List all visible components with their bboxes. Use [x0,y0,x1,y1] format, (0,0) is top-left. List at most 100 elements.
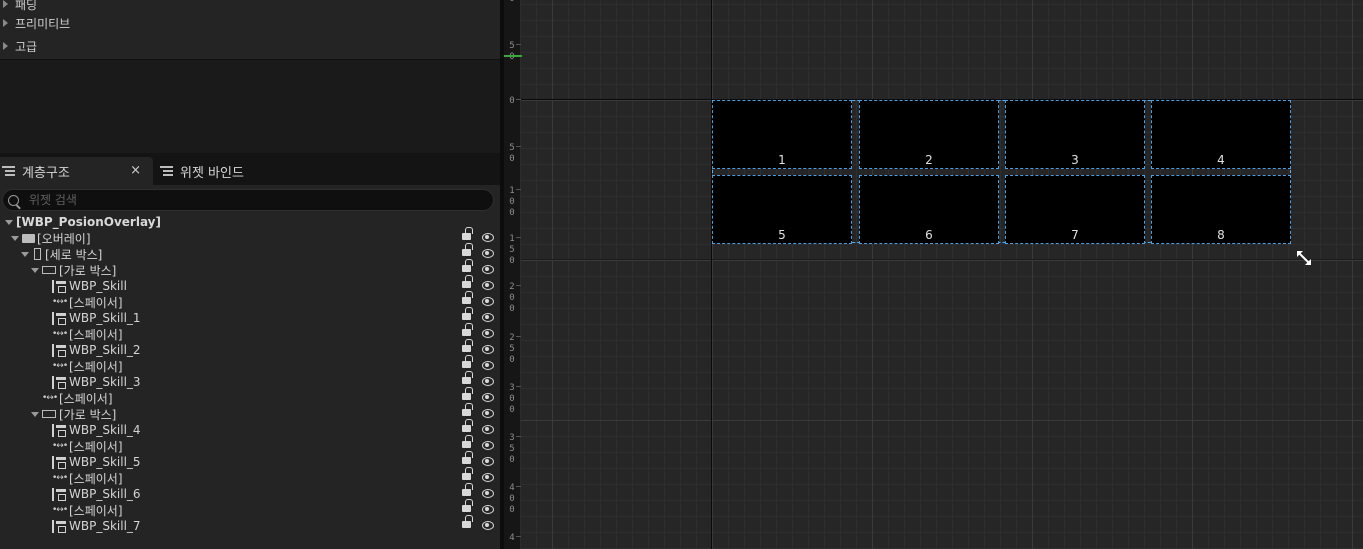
ruler-tick-mark [516,189,521,190]
tree-row-label: [스페이서] [69,439,123,454]
skill-slot[interactable]: 3 [1005,100,1145,169]
lock-icon[interactable] [462,275,473,288]
tree-row-label: WBP_Skill_1 [69,311,141,325]
visibility-eye-icon[interactable] [482,457,494,466]
tree-row[interactable]: WBP_Skill_6 [0,483,500,502]
tree-row-label: [스페이서] [69,295,123,310]
canvas-origin-axis-vertical [711,0,712,549]
visibility-eye-icon[interactable] [482,377,494,386]
ruler-tick-mark [516,536,521,537]
expand-arrow-icon[interactable] [5,219,13,225]
visibility-eye-icon[interactable] [482,281,494,290]
visibility-eye-icon[interactable] [482,489,494,498]
tree-row[interactable]: •↔• [스페이서] [0,323,500,342]
tab-widget-binding[interactable]: 위젯 바인드 [158,157,298,185]
lock-icon[interactable] [462,515,473,528]
visibility-eye-icon[interactable] [482,441,494,450]
tree-row[interactable]: •↔• [스페이서] [0,387,500,406]
tree-row-label: WBP_Skill_6 [69,487,141,501]
tree-row[interactable]: •↔• [스페이서] [0,499,500,518]
visibility-eye-icon[interactable] [482,521,494,530]
visibility-eye-icon[interactable] [482,249,494,258]
ruler-tick-label: 2 [509,333,515,343]
tree-row[interactable]: •↔• [스페이서] [0,435,500,454]
visibility-eye-icon[interactable] [482,425,494,434]
visibility-eye-icon[interactable] [482,409,494,418]
user-widget-icon [52,311,67,325]
skill-slot[interactable]: 6 [859,175,999,244]
expand-arrow-icon[interactable] [21,251,29,257]
lock-icon[interactable] [462,323,473,336]
lock-icon[interactable] [462,243,473,256]
visibility-eye-icon[interactable] [482,329,494,338]
tree-row[interactable]: WBP_Skill_4 [0,419,500,438]
skill-slot-number: 2 [925,153,933,167]
lock-icon[interactable] [462,291,473,304]
category-primitive[interactable]: 프리미티브 [0,12,500,34]
visibility-eye-icon[interactable] [482,361,494,370]
skill-slot-number: 8 [1217,228,1225,242]
lock-icon[interactable] [462,403,473,416]
lock-icon[interactable] [462,499,473,512]
expand-arrow-icon[interactable] [31,411,39,417]
tree-row[interactable]: •↔• [스페이서] [0,467,500,486]
lock-icon[interactable] [462,259,473,272]
tree-row-label: WBP_Skill [69,279,127,293]
tree-row[interactable]: WBP_Skill_3 [0,371,500,390]
search-icon [8,194,19,206]
skill-slot[interactable]: 1 [712,100,852,169]
visibility-eye-icon[interactable] [482,473,494,482]
skill-slot[interactable]: 7 [1005,175,1145,244]
lock-icon[interactable] [462,483,473,496]
tree-row[interactable]: WBP_Skill [0,275,500,294]
tree-row[interactable]: WBP_Skill_2 [0,339,500,358]
category-advanced[interactable]: 고급 [0,35,500,57]
visibility-eye-icon[interactable] [482,393,494,402]
tree-row[interactable]: WBP_Skill_7 [0,515,500,534]
expand-arrow-icon[interactable] [11,235,19,241]
ruler-tick-label: 0 [509,208,515,218]
tree-row[interactable]: WBP_Skill_5 [0,451,500,470]
tree-row-label: [가로 박스] [59,263,117,278]
tree-row[interactable]: [세로 박스] [0,243,500,262]
search-box[interactable] [2,189,494,211]
tab-hierarchy[interactable]: 계층구조 × [0,157,153,185]
expand-arrow-icon[interactable] [31,267,39,273]
lock-icon[interactable] [462,339,473,352]
visibility-eye-icon[interactable] [482,265,494,274]
skill-slot[interactable]: 8 [1151,175,1291,244]
skill-slot[interactable]: 4 [1151,100,1291,169]
skill-slot-number: 6 [925,228,933,242]
lock-icon[interactable] [462,435,473,448]
lock-icon[interactable] [462,467,473,480]
tree-row-label: WBP_Skill_7 [69,519,141,533]
lock-icon[interactable] [462,419,473,432]
lock-icon[interactable] [462,227,473,240]
lock-icon[interactable] [462,307,473,320]
skill-slot[interactable]: 5 [712,175,852,244]
tree-row[interactable]: [WBP_PosionOverlay] [0,214,500,230]
tree-row[interactable]: WBP_Skill_1 [0,307,500,326]
tree-row[interactable]: •↔• [스페이서] [0,291,500,310]
tree-row[interactable]: •↔• [스페이서] [0,355,500,374]
visibility-eye-icon[interactable] [482,233,494,242]
tree-row[interactable]: [오버레이] [0,227,500,246]
lock-icon[interactable] [462,371,473,384]
visibility-eye-icon[interactable] [482,345,494,354]
resize-handle-icon[interactable] [1296,250,1312,266]
lock-icon[interactable] [462,355,473,368]
close-icon[interactable]: × [130,163,141,178]
vertical-ruler: 0500501001502002503003504004 [504,0,521,549]
tree-row-label: [스페이서] [69,359,123,374]
lock-icon[interactable] [462,387,473,400]
designer-canvas[interactable]: 0500501001502002503003504004 [504,0,1363,549]
visibility-eye-icon[interactable] [482,505,494,514]
tree-row[interactable]: [가로 박스] [0,259,500,278]
search-input[interactable] [29,193,449,207]
visibility-eye-icon[interactable] [482,313,494,322]
ruler-tick-label: 2 [509,282,515,292]
visibility-eye-icon[interactable] [482,297,494,306]
tree-row[interactable]: [가로 박스] [0,403,500,422]
lock-icon[interactable] [462,451,473,464]
skill-slot[interactable]: 2 [859,100,999,169]
